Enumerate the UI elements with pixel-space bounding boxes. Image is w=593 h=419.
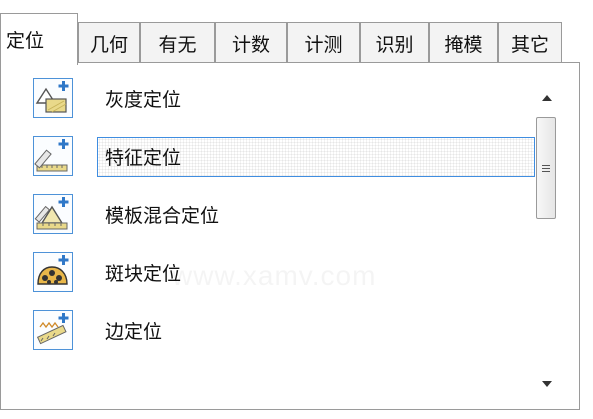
list-item[interactable]: 模板混合定位 [13, 185, 533, 243]
tab-recognize[interactable]: 识别 [360, 22, 429, 64]
list-item[interactable]: 特征定位 [13, 127, 535, 185]
list-item-label: 斑块定位 [105, 262, 182, 285]
list-item[interactable]: 斑块定位 [13, 243, 533, 301]
grip-icon [542, 164, 550, 172]
feature-locate-icon [33, 136, 73, 176]
tab-label: 有无 [158, 34, 197, 56]
list-item-label: 边定位 [105, 320, 163, 343]
tab-mask[interactable]: 掩模 [429, 22, 498, 64]
tab-bar: 定位 几何 有无 计数 计测 识别 掩模 其它 [0, 10, 593, 65]
tab-label: 识别 [375, 34, 414, 56]
scroll-up-button[interactable] [533, 85, 561, 111]
gray-locate-icon [33, 78, 73, 118]
tab-locate[interactable]: 定位 [0, 13, 78, 65]
list-item-label: 灰度定位 [105, 88, 182, 111]
tab-label: 其它 [510, 34, 549, 56]
vertical-scrollbar[interactable] [533, 85, 561, 397]
tab-label: 定位 [6, 30, 45, 52]
list-item-label: 模板混合定位 [105, 204, 220, 227]
tab-label: 计测 [304, 34, 343, 56]
tool-panel: 定位 几何 有无 计数 计测 识别 掩模 其它 www.xamv.com [0, 0, 593, 419]
tab-presence[interactable]: 有无 [140, 22, 215, 64]
template-mix-locate-icon [33, 194, 73, 234]
tab-label: 掩模 [444, 34, 483, 56]
triangle-down-icon [542, 381, 552, 387]
edge-locate-icon [33, 310, 73, 350]
blob-locate-icon [33, 252, 73, 292]
triangle-up-icon [542, 95, 552, 101]
list-item[interactable]: 边定位 [13, 301, 533, 359]
list-item[interactable]: 灰度定位 [13, 69, 533, 127]
tab-count[interactable]: 计数 [215, 22, 287, 64]
tab-other[interactable]: 其它 [498, 22, 562, 64]
scroll-down-button[interactable] [533, 371, 561, 397]
tab-content-panel: www.xamv.com 灰度定位 [0, 62, 580, 410]
scroll-thumb[interactable] [536, 117, 556, 219]
tab-label: 计数 [231, 34, 270, 56]
tab-measure[interactable]: 计测 [287, 22, 360, 64]
tab-label: 几何 [89, 34, 128, 56]
list-item-label: 特征定位 [105, 146, 182, 169]
tab-geometry[interactable]: 几何 [78, 22, 140, 64]
